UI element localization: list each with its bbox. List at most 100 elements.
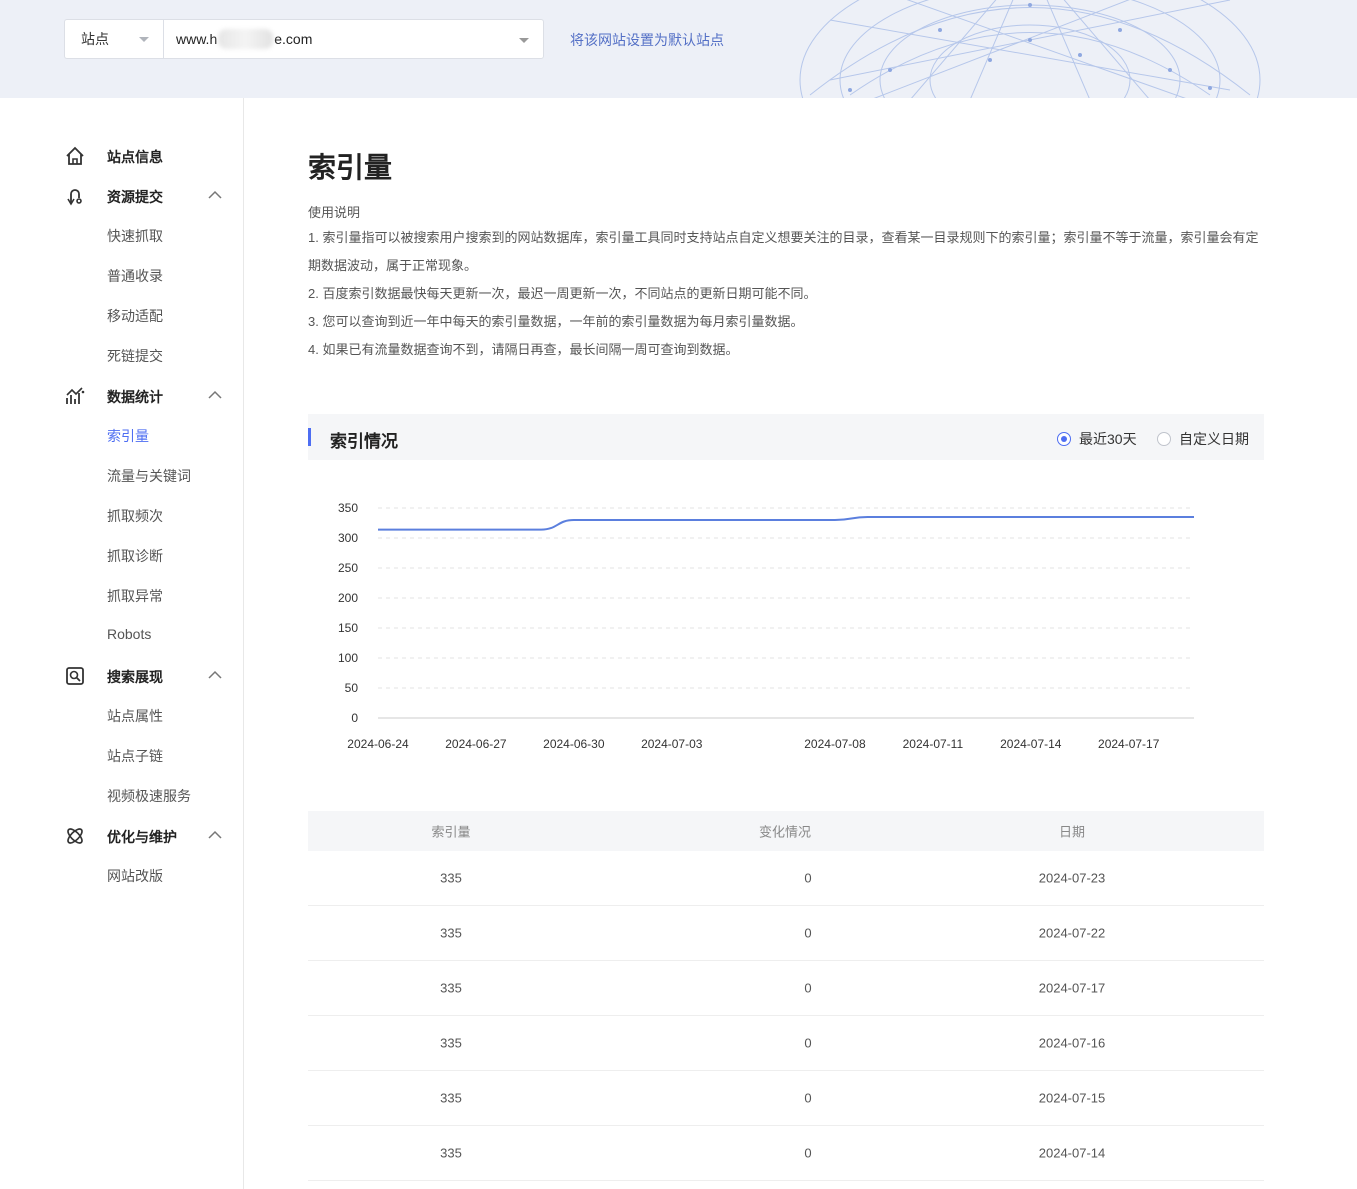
- chevron-down-icon: [139, 37, 149, 42]
- cell-date: 2024-07-14: [1038, 1145, 1106, 1161]
- usage-title: 使用说明: [308, 205, 361, 220]
- table-row: 335 0 2024-07-23: [308, 851, 1264, 906]
- section-title: 索引情况: [330, 432, 398, 451]
- main-content: 索引量 使用说明 1. 索引量指可以被搜索用户搜索到的网站数据库，索引量工具同时…: [244, 98, 1357, 1189]
- nav-group-resource-submit[interactable]: 资源提交: [0, 176, 243, 216]
- sidebar-item-site-revision[interactable]: 网站改版: [107, 866, 163, 886]
- y-tick-label: 200: [338, 591, 358, 605]
- radio-recent-30-days[interactable]: 最近30天: [1057, 429, 1137, 449]
- usage-line: 3. 您可以查询到近一年中每天的索引量数据，一年前的索引量数据为每月索引量数据。: [308, 314, 804, 329]
- y-tick-label: 150: [338, 621, 358, 635]
- site-type-label: 站点: [81, 31, 109, 47]
- chevron-up-icon[interactable]: [208, 388, 222, 402]
- search-display-icon: [66, 667, 84, 685]
- cell-change: 0: [804, 1035, 812, 1051]
- y-tick-label: 100: [338, 651, 358, 665]
- radio-unchecked-icon: [1157, 432, 1171, 446]
- usage-line: 2. 百度索引数据最快每天更新一次，最迟一周更新一次，不同站点的更新日期可能不同…: [308, 286, 817, 301]
- table-row: 335 0 2024-07-16: [308, 1016, 1264, 1071]
- cell-change: 0: [804, 870, 812, 886]
- radio-label: 最近30天: [1079, 431, 1137, 447]
- site-url-prefix: www.h: [176, 31, 218, 47]
- top-bar: 站点 www.h e.com 将该网站设置为默认站点: [0, 0, 1357, 98]
- set-default-site-link[interactable]: 将该网站设置为默认站点: [570, 30, 724, 50]
- cell-date: 2024-07-22: [1038, 925, 1106, 941]
- y-tick-label: 50: [345, 681, 359, 695]
- sidebar-item-index-volume[interactable]: 索引量: [107, 426, 149, 446]
- cell-change: 0: [804, 1090, 812, 1106]
- chevron-down-icon: [519, 38, 529, 43]
- cell-index: 335: [440, 870, 462, 886]
- y-tick-label: 250: [338, 561, 358, 575]
- table-row: 335 0 2024-07-14: [308, 1126, 1264, 1181]
- sidebar-item-fast-crawl[interactable]: 快速抓取: [107, 226, 163, 246]
- cell-index: 335: [440, 925, 462, 941]
- site-type-select[interactable]: 站点: [64, 19, 163, 59]
- x-tick-label: 2024-07-08: [804, 737, 866, 751]
- x-tick-label: 2024-07-14: [1000, 737, 1062, 751]
- page-title: 索引量: [308, 152, 393, 183]
- home-icon: [66, 146, 84, 165]
- usage-line: 1. 索引量指可以被搜索用户搜索到的网站数据库，索引量工具同时支持站点自定义想要…: [308, 230, 1259, 273]
- globe-decoration: [799, 0, 1261, 98]
- nav-group-label: 资源提交: [107, 189, 163, 205]
- cell-change: 0: [804, 980, 812, 996]
- sidebar-item-dead-link[interactable]: 死链提交: [107, 346, 163, 366]
- cell-date: 2024-07-23: [1038, 870, 1106, 886]
- sidebar-item-traffic-keywords[interactable]: 流量与关键词: [107, 466, 191, 486]
- nav-group-label: 搜索展现: [107, 669, 163, 685]
- nav-group-search-display[interactable]: 搜索展现: [0, 656, 243, 696]
- column-header-index: 索引量: [431, 824, 471, 840]
- nav-group-data-stats[interactable]: 数据统计: [0, 376, 243, 416]
- sidebar-item-video-service[interactable]: 视频极速服务: [107, 786, 191, 806]
- nav-group-label: 优化与维护: [107, 829, 177, 845]
- stats-icon: [66, 387, 85, 404]
- sidebar-item-crawl-diagnose[interactable]: 抓取诊断: [107, 546, 163, 566]
- cell-index: 335: [440, 980, 462, 996]
- radio-custom-date[interactable]: 自定义日期: [1157, 429, 1249, 449]
- sidebar-item-site-attributes[interactable]: 站点属性: [107, 706, 163, 726]
- chevron-up-icon[interactable]: [208, 188, 222, 202]
- cell-change: 0: [804, 1145, 812, 1161]
- nav-group-optimize[interactable]: 优化与维护: [0, 816, 243, 856]
- x-tick-label: 2024-07-03: [641, 737, 703, 751]
- cell-index: 335: [440, 1145, 462, 1161]
- sidebar-item-mobile-adapt[interactable]: 移动适配: [107, 306, 163, 326]
- cell-index: 335: [440, 1035, 462, 1051]
- site-url-select[interactable]: www.h e.com: [163, 19, 544, 59]
- sidebar-item-normal-index[interactable]: 普通收录: [107, 266, 163, 286]
- table-row: 335 0 2024-07-17: [308, 961, 1264, 1016]
- nav-group-label: 站点信息: [107, 149, 163, 165]
- index-line-chart: 0 50 100 150 200 250 300 350 2024-06-24 2024-06-2…: [338, 501, 1194, 751]
- cell-date: 2024-07-17: [1038, 980, 1106, 996]
- y-tick-label: 350: [338, 501, 358, 515]
- sidebar-item-crawl-frequency[interactable]: 抓取频次: [107, 506, 163, 526]
- radio-label: 自定义日期: [1179, 431, 1249, 447]
- chevron-up-icon[interactable]: [208, 828, 222, 842]
- x-tick-label: 2024-06-30: [543, 737, 605, 751]
- x-tick-label: 2024-07-11: [903, 737, 964, 751]
- x-tick-label: 2024-06-24: [347, 737, 409, 751]
- table-header: 索引量 变化情况 日期: [308, 811, 1264, 851]
- sidebar-item-robots[interactable]: Robots: [107, 626, 151, 642]
- sidebar-item-crawl-errors[interactable]: 抓取异常: [107, 586, 163, 606]
- sidebar: 站点信息 资源提交 快速抓取 普通收录 移动适配 死链提交 数据统计 索引量 流…: [0, 98, 244, 1189]
- nav-group-site-info[interactable]: 站点信息: [0, 136, 243, 176]
- y-tick-label: 0: [351, 711, 358, 725]
- x-tick-label: 2024-06-27: [445, 737, 507, 751]
- submit-icon: [67, 189, 82, 206]
- sidebar-item-sitelinks[interactable]: 站点子链: [107, 746, 163, 766]
- column-header-change: 变化情况: [758, 824, 812, 840]
- index-table: 索引量 变化情况 日期 335 0 2024-07-23 335 0 2024-…: [308, 811, 1264, 1181]
- nav-group-label: 数据统计: [107, 389, 163, 405]
- chevron-up-icon[interactable]: [208, 668, 222, 682]
- cell-index: 335: [440, 1090, 462, 1106]
- table-row: 335 0 2024-07-22: [308, 906, 1264, 961]
- optimize-icon: [67, 828, 83, 844]
- usage-line: 4. 如果已有流量数据查询不到，请隔日再查，最长间隔一周可查询到数据。: [308, 342, 739, 357]
- series-line: [378, 516, 1194, 531]
- section-accent-bar: [308, 428, 311, 446]
- cell-date: 2024-07-15: [1038, 1090, 1106, 1106]
- cell-change: 0: [804, 925, 812, 941]
- x-tick-label: 2024-07-17: [1098, 737, 1160, 751]
